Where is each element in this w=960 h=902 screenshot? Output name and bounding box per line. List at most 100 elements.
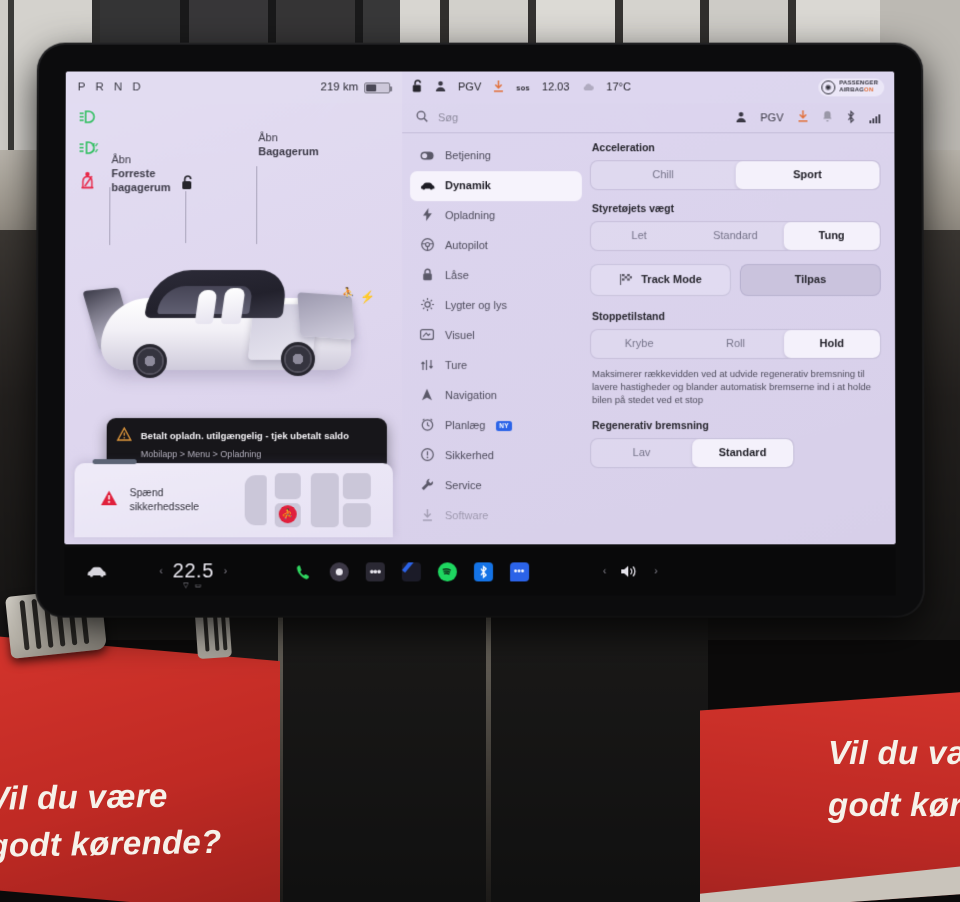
- acceleration-option-sport[interactable]: Sport: [735, 161, 879, 189]
- temperature-value[interactable]: 22.5 ▽ ▭: [173, 560, 214, 583]
- sidebar-item-visuel[interactable]: Visuel: [410, 321, 582, 351]
- tesla-touchscreen: P R N D 219 km Åbn Forreste bagagerum Åb…: [37, 45, 923, 616]
- customize-button[interactable]: Tilpas: [740, 264, 881, 296]
- sidebar-item-label: Sikkerhed: [445, 450, 494, 462]
- lte-signal-icon: [869, 113, 880, 123]
- sidebar-item-label: Lygter og lys: [445, 300, 507, 312]
- mini-seatbelt-icon: ⛹: [343, 288, 355, 299]
- stopping-mode-segmented-control[interactable]: Krybe Roll Hold: [590, 329, 881, 359]
- sos-label[interactable]: sos: [516, 83, 530, 92]
- regen-option-lav[interactable]: Lav: [591, 439, 692, 467]
- unlock-icon[interactable]: [181, 175, 194, 194]
- stopping-option-hold[interactable]: Hold: [784, 330, 880, 358]
- notification-bell-icon[interactable]: [822, 110, 832, 125]
- steering-wheel-icon: [420, 238, 434, 254]
- wrench-icon: [420, 478, 434, 494]
- sidebar-item-planlaeg[interactable]: Planlæg NY: [410, 411, 582, 441]
- acceleration-segmented-control[interactable]: Chill Sport: [590, 160, 881, 190]
- steering-option-standard[interactable]: Standard: [687, 222, 783, 250]
- car-icon: [420, 179, 434, 193]
- rear-right-door: [297, 292, 354, 340]
- airbag-state: ON: [864, 87, 873, 93]
- regen-braking-segmented-control[interactable]: Lav Standard: [590, 438, 794, 468]
- stopping-option-krybe[interactable]: Krybe: [591, 330, 687, 358]
- weather-cloud-icon: [581, 80, 594, 94]
- sidebar-item-dynamik[interactable]: Dynamik: [410, 171, 582, 201]
- unlock-icon[interactable]: [412, 79, 423, 95]
- sidebar-item-opladning[interactable]: Opladning: [410, 201, 582, 231]
- app-dock: ‹ 22.5 ▽ ▭ › ••• ••• ‹ ›: [64, 547, 896, 595]
- sidebar-item-lygter-og-lys[interactable]: Lygter og lys: [410, 291, 582, 321]
- search-profile-name[interactable]: PGV: [760, 112, 783, 124]
- download-icon: [420, 509, 434, 524]
- steering-title: Styretøjets vægt: [592, 203, 881, 215]
- stopping-mode-description: Maksimerer rækkevidden ved at udvide reg…: [592, 368, 879, 407]
- search-profile-icon[interactable]: [735, 111, 746, 125]
- volume-increase-button[interactable]: ›: [654, 566, 657, 577]
- sidebar-item-ture[interactable]: Ture: [410, 351, 582, 381]
- light-icon: [420, 298, 434, 314]
- sidebar-item-service[interactable]: Service: [410, 471, 582, 501]
- toast-subtitle: Mobilapp > Menu > Opladning: [141, 449, 262, 459]
- steering-option-tung[interactable]: Tung: [783, 222, 879, 250]
- bluetooth-app-icon[interactable]: [474, 562, 493, 581]
- messages-app-icon[interactable]: •••: [510, 562, 529, 581]
- airbag-line2: AIRBAG: [839, 87, 864, 93]
- sidebar-item-label: Service: [445, 480, 482, 492]
- regen-option-standard[interactable]: Standard: [692, 439, 793, 467]
- acceleration-option-chill[interactable]: Chill: [591, 161, 735, 189]
- volume-control[interactable]: ‹ ›: [603, 564, 658, 578]
- track-mode-button[interactable]: Track Mode: [590, 264, 731, 296]
- sidebar-item-navigation[interactable]: Navigation: [410, 381, 582, 411]
- sidebar-item-software[interactable]: Software: [410, 501, 582, 531]
- temp-increase-button[interactable]: ›: [224, 566, 227, 577]
- track-mode-label: Track Mode: [641, 274, 702, 286]
- sidebar-item-betjening[interactable]: Betjening: [410, 141, 582, 171]
- trips-icon: [420, 359, 434, 374]
- customize-label: Tilpas: [795, 274, 827, 286]
- sidebar-item-sikkerhed[interactable]: Sikkerhed: [410, 441, 582, 471]
- vehicle-illustration[interactable]: ⚡ ⛹: [85, 246, 385, 416]
- photo-scene: Vil du være godt kørende? Vil du væ godt…: [0, 0, 960, 902]
- rear-wheel: [281, 342, 315, 376]
- spotify-app-icon[interactable]: [438, 562, 457, 581]
- software-download-icon[interactable]: [493, 80, 504, 95]
- card-drag-handle[interactable]: [93, 459, 137, 464]
- range-label: 219 km: [321, 81, 359, 93]
- seatbelt-warning-card[interactable]: Spænd sikkerhedssele ⛹: [74, 463, 393, 537]
- steering-option-let[interactable]: Let: [591, 222, 687, 250]
- warning-triangle-icon: [117, 427, 132, 444]
- unbuckled-seat-indicator: ⛹: [279, 505, 297, 523]
- search-placeholder[interactable]: Søg: [438, 112, 458, 124]
- sidebar-item-label: Opladning: [445, 210, 495, 222]
- profile-name[interactable]: PGV: [458, 81, 481, 93]
- temperature-control[interactable]: ‹ 22.5 ▽ ▭ ›: [159, 560, 227, 583]
- floor-banner-right: Vil du væ godt kør: [700, 690, 960, 902]
- more-apps-icon[interactable]: •••: [365, 562, 384, 581]
- low-beam-headlight-icon: [80, 109, 102, 126]
- stopping-mode-title: Stoppetilstand: [592, 311, 881, 323]
- volume-icon[interactable]: [620, 564, 640, 578]
- toggle-icon: [420, 149, 434, 163]
- banner-right-text: Vil du væ godt kør: [828, 727, 960, 831]
- sidebar-item-label: Planlæg: [445, 420, 485, 432]
- sidebar-item-autopilot[interactable]: Autopilot: [410, 231, 582, 261]
- sidebar-item-laase[interactable]: Låse: [410, 261, 582, 291]
- temp-decrease-button[interactable]: ‹: [159, 566, 162, 577]
- seatbelt-warning-icon: [79, 171, 101, 192]
- search-bar[interactable]: Søg PGV: [402, 103, 894, 133]
- dynamics-settings-panel: Acceleration Chill Sport Styretøjets væg…: [582, 133, 896, 544]
- theater-app-icon[interactable]: [401, 562, 420, 581]
- floor-banner-left: Vil du være godt kørende?: [0, 635, 280, 902]
- phone-app-icon[interactable]: [293, 562, 312, 581]
- sidebar-item-label: Låse: [445, 270, 469, 282]
- banner-left-text: Vil du være godt kørende?: [0, 769, 280, 869]
- stopping-option-roll[interactable]: Roll: [687, 330, 783, 358]
- volume-decrease-button[interactable]: ‹: [603, 566, 606, 577]
- bluetooth-icon[interactable]: [846, 110, 855, 126]
- camera-app-icon[interactable]: [329, 562, 348, 581]
- car-controls-icon[interactable]: [86, 565, 107, 577]
- download-indicator-icon[interactable]: [797, 110, 808, 125]
- steering-segmented-control[interactable]: Let Standard Tung: [590, 221, 881, 251]
- profile-icon[interactable]: [435, 80, 446, 94]
